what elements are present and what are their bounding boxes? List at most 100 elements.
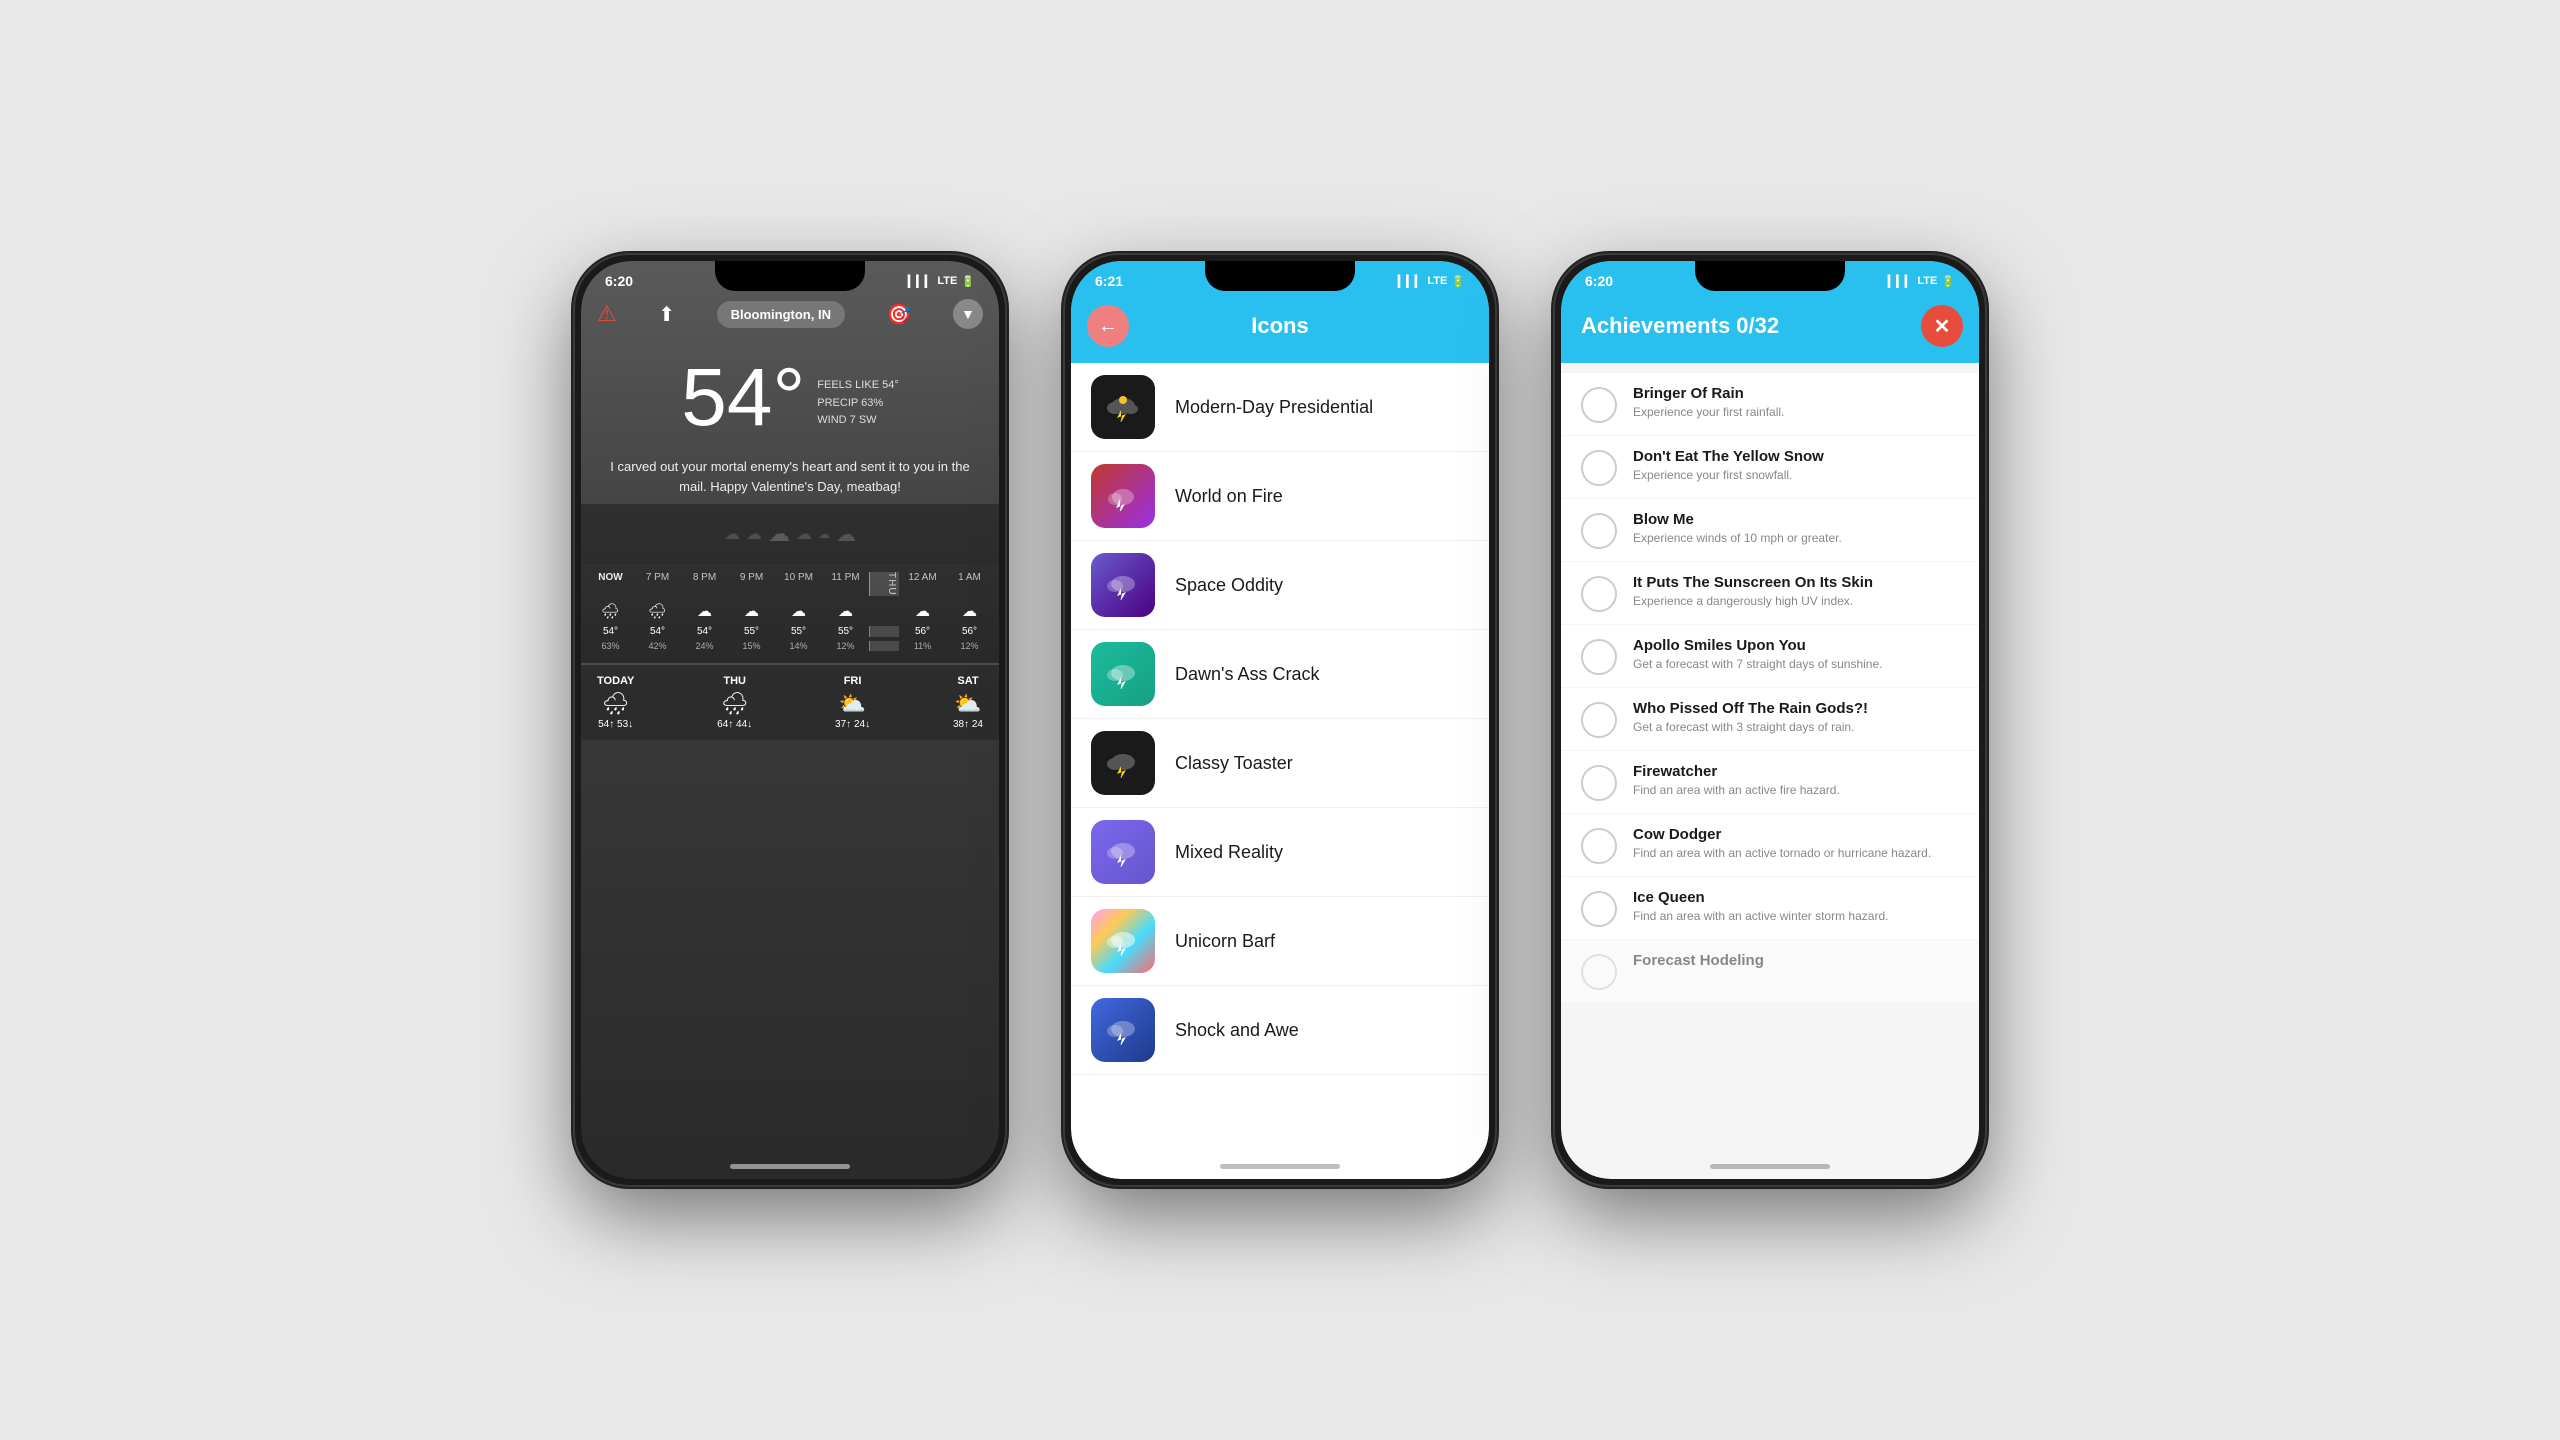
lte-label-3: LTE — [1917, 275, 1937, 287]
status-time-1: 6:20 — [605, 273, 633, 289]
share-icon[interactable]: ⬆ — [658, 302, 675, 327]
achievement-desc: Experience a dangerously high UV index. — [1633, 593, 1873, 610]
achievements-list: Bringer Of Rain Experience your first ra… — [1561, 363, 1979, 1151]
achievement-circle — [1581, 639, 1617, 675]
wind: WIND 7 SW — [817, 412, 898, 430]
lte-label-1: LTE — [937, 275, 957, 287]
hourly-icon-12: ☁ — [899, 602, 946, 620]
weather-graphic: ☁ ☁ ☁ ☁ ☁ ☁ — [581, 504, 999, 564]
dropdown-icon[interactable]: ▼ — [953, 299, 983, 329]
back-button[interactable]: ← — [1087, 305, 1129, 347]
temperature: 54° — [681, 357, 805, 439]
achievement-name: Firewatcher — [1633, 763, 1840, 780]
daily-day-fri: FRI — [835, 675, 870, 687]
phone-weather: 6:20 ▎▎▎ LTE 🔋 ⚠ ⬆ Bloomington, IN 🎯 ▼ — [575, 255, 1005, 1185]
achievement-circle — [1581, 765, 1617, 801]
list-item[interactable]: Dawn's Ass Crack — [1071, 630, 1489, 719]
icon-name-unicorn-barf: Unicorn Barf — [1175, 931, 1275, 952]
icon-name-world-fire: World on Fire — [1175, 486, 1283, 507]
hourly-scroll: NOW 7 PM 8 PM 9 PM 10 PM 11 PM THU 12 AM… — [581, 564, 999, 663]
icon-space-oddity — [1091, 553, 1155, 617]
hour-label-now: NOW — [587, 572, 634, 596]
signal-icon-2: ▎▎▎ — [1398, 275, 1423, 288]
icon-shock-awe — [1091, 998, 1155, 1062]
hourly-icon-now: 🌧 — [587, 602, 634, 620]
achievement-name: Cow Dodger — [1633, 826, 1931, 843]
achievement-item: Who Pissed Off The Rain Gods?! Get a for… — [1561, 688, 1979, 750]
alert-icon[interactable]: ⚠ — [597, 301, 617, 327]
hourly-precip-9: 15% — [728, 641, 775, 651]
daily-temps-fri: 37↑ 24↓ — [835, 719, 870, 730]
achievement-circle — [1581, 828, 1617, 864]
icon-unicorn-barf — [1091, 909, 1155, 973]
hour-label-8pm: 8 PM — [681, 572, 728, 596]
list-item[interactable]: Space Oddity — [1071, 541, 1489, 630]
thursday-divider: THU — [869, 572, 899, 596]
achievement-text: Ice Queen Find an area with an active wi… — [1633, 889, 1888, 925]
daily-forecast: TODAY 🌧 54↑ 53↓ THU 🌧 64↑ 44↓ FRI ⛅ 37↑ … — [581, 665, 999, 740]
status-time-3: 6:20 — [1585, 273, 1613, 289]
achievement-circle — [1581, 702, 1617, 738]
hourly-temp-12: 56° — [899, 626, 946, 637]
close-button[interactable]: ✕ — [1921, 305, 1963, 347]
achievement-name: Ice Queen — [1633, 889, 1888, 906]
achievement-text: It Puts The Sunscreen On Its Skin Experi… — [1633, 574, 1873, 610]
hourly-temp-7: 54° — [634, 626, 681, 637]
hourly-icon-8: ☁ — [681, 602, 728, 620]
hourly-temp-11: 55° — [822, 626, 869, 637]
daily-day-thu: THU — [717, 675, 752, 687]
hour-label-1am: 1 AM — [946, 572, 993, 596]
achievement-item: It Puts The Sunscreen On Its Skin Experi… — [1561, 562, 1979, 624]
list-item[interactable]: Classy Toaster — [1071, 719, 1489, 808]
achievement-text: Forecast Hodeling — [1633, 952, 1764, 971]
icon-dawns-crack — [1091, 642, 1155, 706]
icons-title: Icons — [1129, 313, 1431, 339]
home-indicator-3 — [1710, 1164, 1830, 1169]
hourly-icon-11: ☁ — [822, 602, 869, 620]
status-time-2: 6:21 — [1095, 273, 1123, 289]
achievement-name: It Puts The Sunscreen On Its Skin — [1633, 574, 1873, 591]
icon-name-shock-awe: Shock and Awe — [1175, 1020, 1299, 1041]
icons-header: ← Icons — [1071, 293, 1489, 363]
location-label[interactable]: Bloomington, IN — [717, 301, 845, 328]
icon-list: Modern-Day Presidential World on Fire — [1071, 363, 1489, 1151]
achievement-desc: Experience your first snowfall. — [1633, 467, 1824, 484]
achievement-desc: Find an area with an active tornado or h… — [1633, 845, 1931, 862]
daily-sat: SAT ⛅ 38↑ 24 — [953, 675, 983, 730]
achievement-text: Apollo Smiles Upon You Get a forecast wi… — [1633, 637, 1882, 673]
daily-temps-today: 54↑ 53↓ — [597, 719, 634, 730]
achievement-desc: Find an area with an active winter storm… — [1633, 908, 1888, 925]
achievement-circle — [1581, 954, 1617, 990]
weather-message: I carved out your mortal enemy's heart a… — [581, 449, 999, 504]
hourly-precip-10: 14% — [775, 641, 822, 651]
list-item[interactable]: Shock and Awe — [1071, 986, 1489, 1075]
achievement-item: Don't Eat The Yellow Snow Experience you… — [1561, 436, 1979, 498]
achievement-circle — [1581, 576, 1617, 612]
icon-name-presidential: Modern-Day Presidential — [1175, 397, 1373, 418]
phone-icons: 6:21 ▎▎▎ LTE 🔋 ← Icons — [1065, 255, 1495, 1185]
daily-icon-today: 🌧 — [597, 691, 634, 717]
achievement-name: Blow Me — [1633, 511, 1842, 528]
hourly-temp-9: 55° — [728, 626, 775, 637]
list-item[interactable]: Mixed Reality — [1071, 808, 1489, 897]
icon-world-fire — [1091, 464, 1155, 528]
achievement-text: Don't Eat The Yellow Snow Experience you… — [1633, 448, 1824, 484]
achievement-desc: Experience your first rainfall. — [1633, 404, 1784, 421]
achievement-text: Cow Dodger Find an area with an active t… — [1633, 826, 1931, 862]
daily-day-today: TODAY — [597, 675, 634, 687]
daily-today: TODAY 🌧 54↑ 53↓ — [597, 675, 634, 730]
list-item[interactable]: Modern-Day Presidential — [1071, 363, 1489, 452]
achievement-text: Bringer Of Rain Experience your first ra… — [1633, 385, 1784, 421]
achievement-item: Firewatcher Find an area with an active … — [1561, 751, 1979, 813]
hourly-temp-1: 56° — [946, 626, 993, 637]
list-item[interactable]: Unicorn Barf — [1071, 897, 1489, 986]
phone-achievements: 6:20 ▎▎▎ LTE 🔋 Achievements 0/32 ✕ — [1555, 255, 1985, 1185]
target-icon[interactable]: 🎯 — [887, 302, 912, 327]
achievements-header: Achievements 0/32 ✕ — [1561, 293, 1979, 363]
achievement-item: Cow Dodger Find an area with an active t… — [1561, 814, 1979, 876]
list-item[interactable]: World on Fire — [1071, 452, 1489, 541]
achievement-desc: Find an area with an active fire hazard. — [1633, 782, 1840, 799]
hourly-icon-10: ☁ — [775, 602, 822, 620]
hour-label-10pm: 10 PM — [775, 572, 822, 596]
achievements-title: Achievements 0/32 — [1577, 313, 1921, 339]
